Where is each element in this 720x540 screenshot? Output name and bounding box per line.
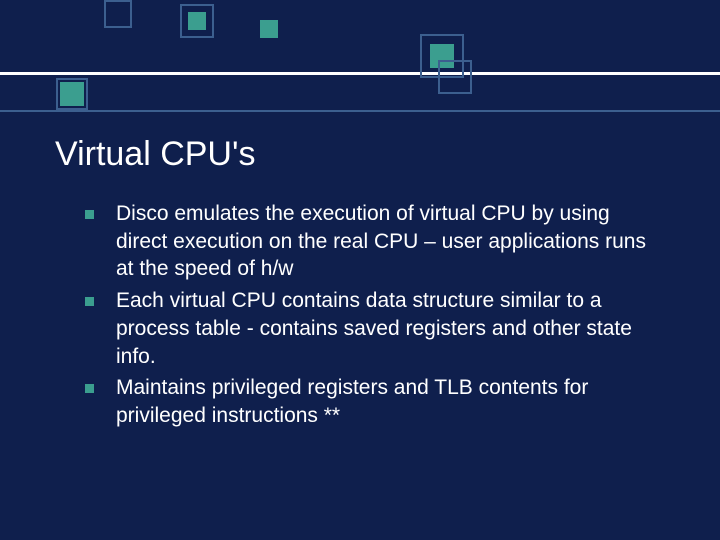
- list-item: Disco emulates the execution of virtual …: [85, 200, 665, 283]
- bullet-square-icon: [85, 210, 94, 219]
- deco-square-icon: [60, 82, 84, 106]
- list-item: Each virtual CPU contains data structure…: [85, 287, 665, 370]
- bullet-text: Disco emulates the execution of virtual …: [116, 200, 665, 283]
- deco-square-icon: [188, 12, 206, 30]
- deco-square-icon: [260, 20, 278, 38]
- bullet-square-icon: [85, 384, 94, 393]
- divider-thick: [0, 72, 720, 75]
- deco-square-icon: [104, 0, 132, 28]
- bullet-square-icon: [85, 297, 94, 306]
- divider-thin: [0, 110, 720, 112]
- slide-body: Disco emulates the execution of virtual …: [85, 200, 665, 434]
- deco-square-icon: [438, 60, 472, 94]
- deco-square-icon: [420, 34, 464, 78]
- bullet-text: Maintains privileged registers and TLB c…: [116, 374, 665, 429]
- slide-title: Virtual CPU's: [55, 135, 255, 174]
- list-item: Maintains privileged registers and TLB c…: [85, 374, 665, 429]
- header-decoration: [0, 0, 720, 135]
- bullet-text: Each virtual CPU contains data structure…: [116, 287, 665, 370]
- deco-square-icon: [430, 44, 454, 68]
- deco-square-icon: [56, 78, 88, 110]
- deco-square-icon: [180, 4, 214, 38]
